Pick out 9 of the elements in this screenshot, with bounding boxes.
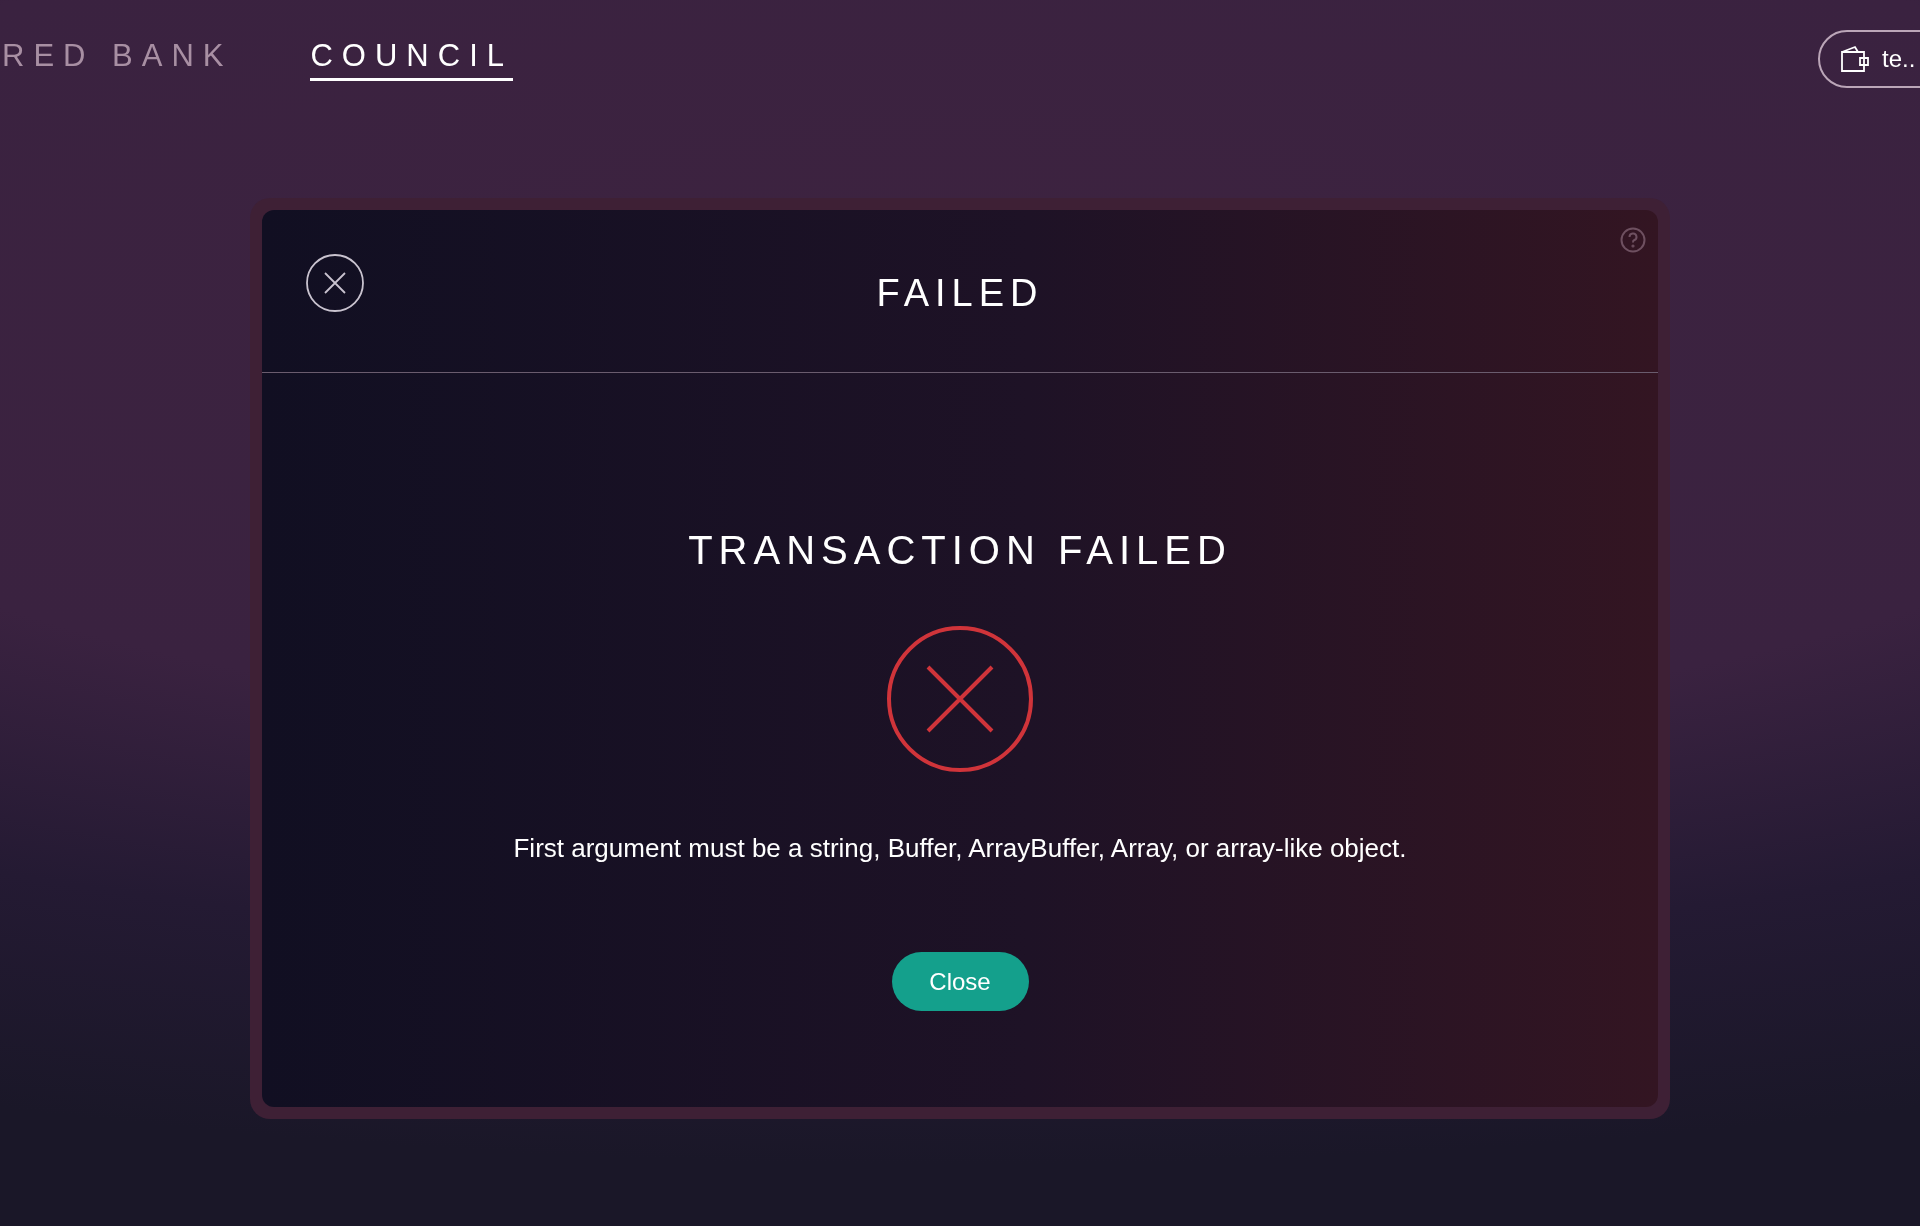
modal-title: FAILED (876, 271, 1044, 315)
wallet-icon (1840, 45, 1870, 73)
nav-tab[interactable]: COUNCIL (310, 37, 513, 81)
status-heading: TRANSACTION FAILED (688, 528, 1232, 573)
wallet-button[interactable]: te.. (1818, 30, 1920, 88)
close-icon[interactable] (306, 254, 364, 312)
nav-tab[interactable]: RED BANK (2, 37, 233, 81)
error-icon (886, 625, 1034, 773)
error-message: First argument must be a string, Buffer, ArrayBuffer, Array, or array-like object. (513, 833, 1407, 864)
